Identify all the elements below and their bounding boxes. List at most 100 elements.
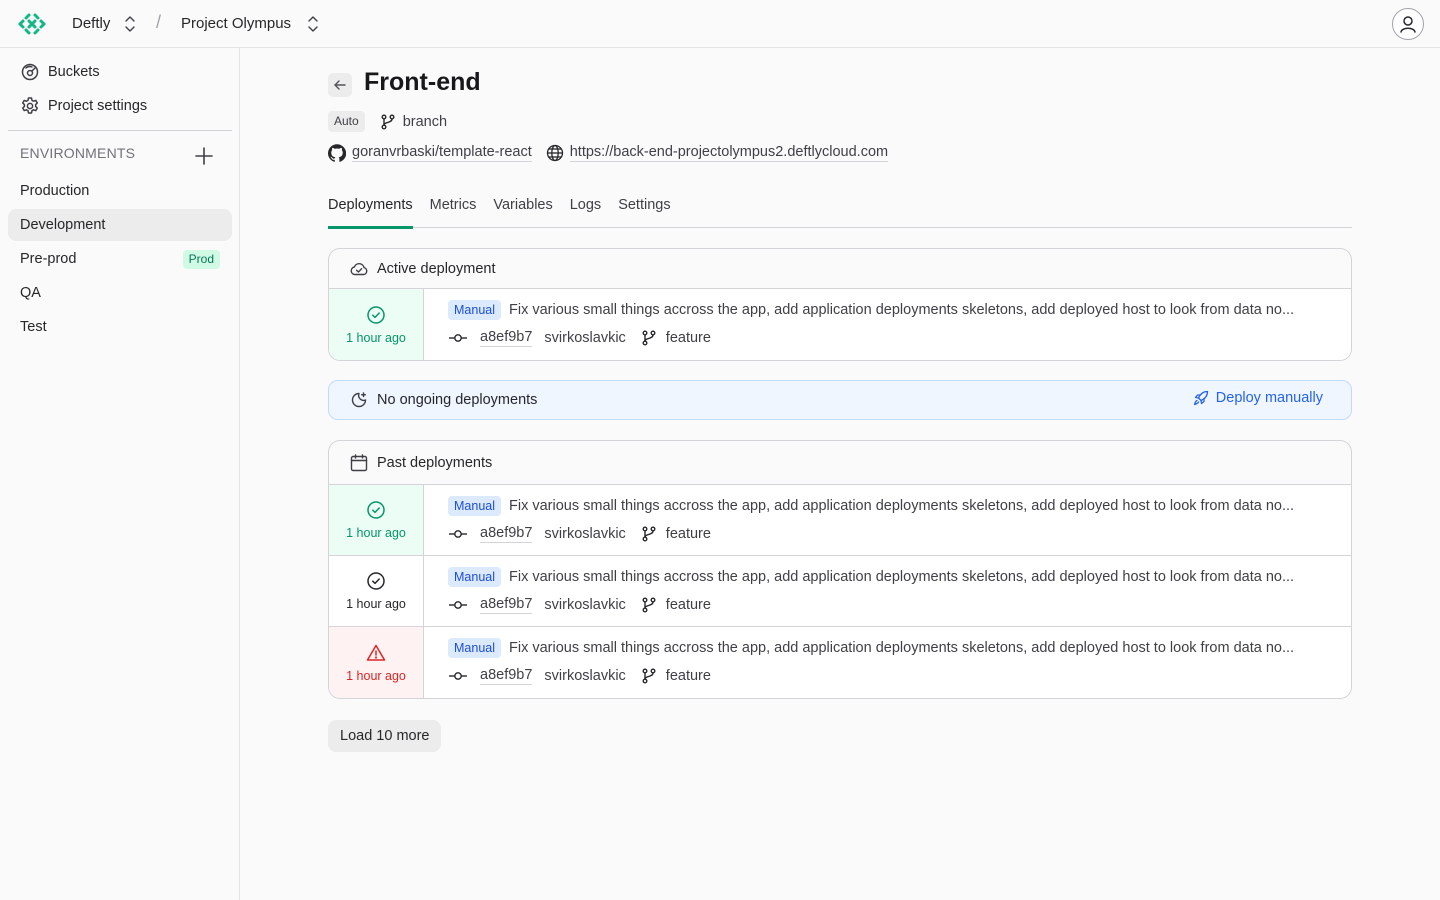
trigger-badge: Manual [448, 638, 501, 658]
sidebar-divider [8, 130, 232, 131]
sidebar-item-buckets[interactable]: Buckets [20, 60, 100, 84]
deployment-row[interactable]: 1 hour ago Manual Fix various small thin… [329, 289, 1351, 360]
chevron-up-down-icon [307, 15, 319, 33]
deployment-status-success: 1 hour ago [329, 289, 424, 360]
tab-logs[interactable]: Logs [570, 194, 601, 228]
commit-message: Fix various small things accross the app… [509, 302, 1295, 318]
git-commit-icon [448, 595, 468, 615]
environment-item-test[interactable]: Test [8, 311, 232, 343]
trigger-badge: Manual [448, 567, 501, 587]
commit-sha-link[interactable]: a8ef9b7 [480, 329, 533, 347]
trigger-badge: Auto [328, 111, 365, 132]
commit-author: svirkoslavkic [544, 597, 626, 613]
environment-label: Test [20, 319, 47, 335]
environment-label: Development [20, 217, 106, 233]
ongoing-deployments-banner: No ongoing deployments Deploy manually [328, 380, 1352, 420]
branch-name: feature [665, 330, 711, 346]
service-url-link[interactable]: https://back-end-projectolympus2.deftlyc… [569, 144, 889, 162]
git-branch-icon [640, 596, 658, 614]
tab-bar: Deployments Metrics Variables Logs Setti… [328, 194, 1352, 229]
page-title: Front-end [364, 68, 481, 96]
deployment-row[interactable]: 1 hour ago Manual Fix various small thin… [329, 556, 1351, 627]
commit-message: Fix various small things accross the app… [509, 498, 1295, 514]
active-deployment-header: Active deployment [329, 249, 1351, 289]
git-commit-icon [448, 328, 468, 348]
trigger-row: Auto branch [328, 111, 447, 132]
arrow-left-icon [334, 80, 346, 90]
globe-icon [546, 144, 564, 162]
repository-link[interactable]: goranvrbaski/template-react [352, 144, 532, 162]
environment-item-qa[interactable]: QA [8, 277, 232, 309]
bucket-icon [20, 62, 40, 82]
past-deployments-card: Past deployments 1 hour ago Manual Fix v… [328, 440, 1352, 699]
active-deployment-card: Active deployment 1 hour ago Manual Fix … [328, 248, 1352, 361]
deftly-logo-icon[interactable] [15, 11, 49, 37]
deploy-manually-button[interactable]: Deploy manually [1193, 390, 1323, 406]
rocket-icon [1193, 390, 1209, 406]
deployment-time: 1 hour ago [346, 597, 406, 611]
links-row: goranvrbaski/template-react https://back… [328, 144, 889, 162]
top-bar: Deftly / Project Olympus [0, 0, 1440, 48]
deployment-time: 1 hour ago [346, 668, 406, 683]
git-commit-icon [448, 666, 468, 686]
sidebar: Buckets Project settings ENVIRONMENTS Pr… [0, 48, 240, 900]
check-circle-icon [366, 305, 386, 325]
sidebar-item-project-settings[interactable]: Project settings [20, 94, 147, 118]
deployment-status-success: 1 hour ago [329, 485, 424, 555]
commit-author: svirkoslavkic [544, 330, 626, 346]
add-environment-button[interactable] [192, 144, 216, 168]
trigger-type: branch [402, 113, 448, 130]
card-title: Past deployments [377, 454, 493, 471]
sidebar-item-label: Buckets [48, 64, 100, 80]
tab-settings[interactable]: Settings [618, 194, 670, 228]
deployment-status-failed: 1 hour ago [329, 627, 424, 698]
git-branch-icon [640, 525, 658, 543]
trigger-badge: Manual [448, 496, 501, 516]
commit-message: Fix various small things accross the app… [509, 569, 1295, 585]
breadcrumb-separator: / [156, 12, 162, 32]
check-circle-icon [366, 500, 386, 520]
plus-icon [195, 147, 213, 165]
github-icon [328, 144, 346, 162]
commit-sha-link[interactable]: a8ef9b7 [480, 525, 533, 543]
tab-variables[interactable]: Variables [493, 194, 552, 228]
tab-metrics[interactable]: Metrics [430, 194, 477, 228]
check-circle-icon [366, 571, 386, 591]
ongoing-status-text: No ongoing deployments [377, 392, 538, 408]
org-name: Deftly [72, 15, 111, 32]
chevron-up-down-icon [124, 15, 136, 33]
commit-author: svirkoslavkic [544, 668, 626, 684]
warning-triangle-icon [366, 643, 386, 663]
user-avatar-button[interactable] [1392, 8, 1424, 40]
deployment-row[interactable]: 1 hour ago Manual Fix various small thin… [329, 485, 1351, 556]
commit-sha-link[interactable]: a8ef9b7 [480, 667, 533, 685]
branch-name: feature [665, 597, 711, 613]
environment-label: Pre-prod [20, 251, 77, 267]
environment-item-production[interactable]: Production [8, 175, 232, 207]
project-switcher[interactable]: Project Olympus [181, 0, 319, 47]
tab-deployments[interactable]: Deployments [328, 194, 413, 229]
commit-author: svirkoslavkic [544, 526, 626, 542]
prod-badge: Prod [182, 250, 220, 269]
project-name: Project Olympus [181, 15, 292, 32]
gear-icon [20, 96, 40, 116]
deploy-manually-label: Deploy manually [1215, 390, 1323, 406]
environment-item-pre-prod[interactable]: Pre-prod Prod [8, 243, 232, 275]
user-icon [1400, 16, 1416, 33]
past-deployments-header: Past deployments [329, 441, 1351, 485]
calendar-icon [349, 453, 369, 473]
git-branch-icon [640, 667, 658, 685]
environments-heading: ENVIRONMENTS [20, 145, 136, 161]
branch-name: feature [665, 526, 711, 542]
sidebar-item-label: Project settings [48, 98, 148, 114]
moon-stars-icon [349, 390, 369, 410]
deployment-row[interactable]: 1 hour ago Manual Fix various small thin… [329, 627, 1351, 698]
commit-message: Fix various small things accross the app… [509, 640, 1295, 656]
commit-sha-link[interactable]: a8ef9b7 [480, 596, 533, 614]
back-button[interactable] [328, 73, 352, 97]
org-switcher[interactable]: Deftly [72, 0, 136, 47]
deployment-time: 1 hour ago [346, 330, 406, 345]
environment-item-development[interactable]: Development [8, 209, 232, 241]
load-more-button[interactable]: Load 10 more [328, 720, 442, 752]
deployment-time: 1 hour ago [346, 526, 406, 540]
